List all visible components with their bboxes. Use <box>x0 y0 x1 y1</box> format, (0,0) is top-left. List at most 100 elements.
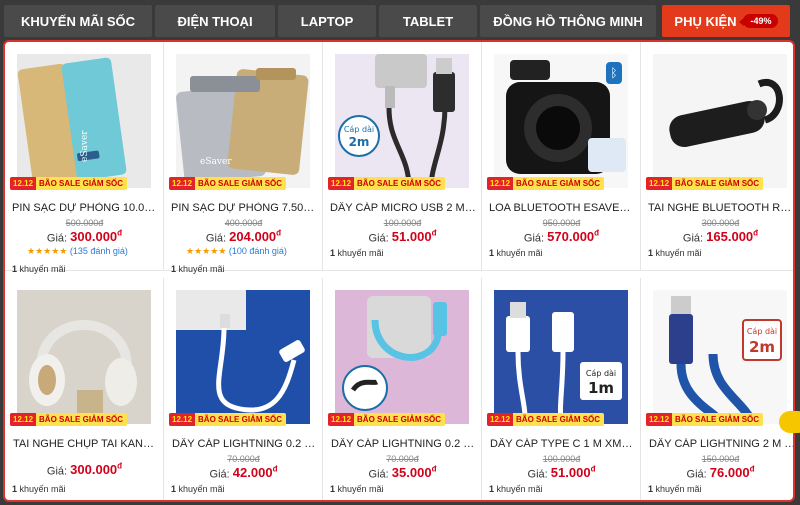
sale-badge-text: BÃO SALE GIẢM SỐC <box>516 179 601 188</box>
product-price: Giá: 35.000đ <box>323 465 482 480</box>
sale-badge: 12.12 BÃO SALE GIẢM SỐC <box>10 177 128 190</box>
product-price: Giá: 300.000đ <box>5 462 164 477</box>
tab-phu-kien[interactable]: PHỤ KIỆN -49% <box>662 5 790 37</box>
old-price: 950.000đ <box>542 218 581 228</box>
discount-badge: -49% <box>738 14 778 28</box>
old-price: 500.000đ <box>65 218 104 228</box>
product-card[interactable]: Cáp dài 1m 12.12 BÃO SALE GIẢM SỐC DÂY CÁ… <box>482 278 641 500</box>
product-image[interactable] <box>653 54 787 188</box>
product-card[interactable]: eSaver 12.12 BÃO SALE GIẢM SỐC PIN SẠC D… <box>5 42 164 274</box>
sale-badge-date: 12.12 <box>487 177 514 190</box>
star-icons: ★★★★★ <box>27 246 68 256</box>
sale-badge-date: 12.12 <box>10 177 37 190</box>
sale-badge-text: BÃO SALE GIẢM SỐC <box>39 415 124 424</box>
product-name[interactable]: DÂY CÁP LIGHTNING 0.2 M ... <box>331 438 479 450</box>
product-name[interactable]: PIN SẠC DỰ PHÒNG 10.000... <box>12 202 160 214</box>
tab-label: LAPTOP <box>300 13 354 29</box>
tab-dong-ho-thong-minh[interactable]: ĐỒNG HỒ THÔNG MINH <box>480 5 656 37</box>
svg-text:ᛒ: ᛒ <box>610 66 617 80</box>
tab-label: ĐIỆN THOẠI <box>177 13 253 29</box>
sale-badge-text: BÃO SALE GIẢM SỐC <box>39 179 124 188</box>
sale-badge-text: BÃO SALE GIẢM SỐC <box>675 415 760 424</box>
sale-badge: 12.12 BÃO SALE GIẢM SỐC <box>487 177 605 190</box>
review-count[interactable]: (100 đánh giá) <box>229 246 287 256</box>
product-image[interactable]: ᛒ <box>494 54 628 188</box>
product-name[interactable]: TAI NGHE BLUETOOTH RO... <box>648 202 793 214</box>
chat-icon[interactable] <box>779 411 800 433</box>
price-value: 76.000đ <box>709 465 755 481</box>
product-name[interactable]: TAI NGHE CHỤP TAI KANEN... <box>13 438 161 450</box>
price-value: 300.000đ <box>70 462 123 478</box>
rating: ★★★★★ (135 đánh giá) <box>27 246 128 257</box>
tab-label: ĐỒNG HỒ THÔNG MINH <box>493 13 643 29</box>
category-tabs: KHUYẾN MÃI SỐC ĐIỆN THOẠI LAPTOP TABLET … <box>0 0 800 40</box>
product-card[interactable]: Cáp dài 2m 12.12 BÃO SALE GIẢM SỐC DÂY CÁ… <box>641 278 793 500</box>
review-count[interactable]: (135 đánh giá) <box>70 246 128 256</box>
price-label: Giá: <box>368 468 389 481</box>
star-icons: ★★★★★ <box>186 246 227 256</box>
product-card[interactable]: 12.12 BÃO SALE GIẢM SỐC DÂY CÁP LIGHTNIN… <box>164 278 323 500</box>
product-price: Giá: 51.000đ <box>323 229 482 244</box>
product-name[interactable]: DÂY CÁP LIGHTNING 2 M E... <box>649 438 793 450</box>
sale-badge-date: 12.12 <box>328 177 355 190</box>
product-name[interactable]: DÂY CÁP TYPE C 1 M XMO... <box>490 438 638 450</box>
product-image[interactable] <box>176 290 310 424</box>
old-price: 300.000đ <box>701 218 740 228</box>
price-label: Giá: <box>209 468 230 481</box>
tab-dien-thoai[interactable]: ĐIỆN THOẠI <box>155 5 275 37</box>
price-label: Giá: <box>46 465 68 478</box>
price-label: Giá: <box>686 468 707 481</box>
product-price: Giá: 76.000đ <box>641 465 793 481</box>
product-image[interactable]: Cáp dài 2m <box>653 290 787 424</box>
price-value: 51.000đ <box>550 465 596 481</box>
sale-badge-date: 12.12 <box>10 413 37 426</box>
product-card[interactable]: eSaver 12.12 BÃO SALE GIẢM SỐC PIN SẠC D… <box>164 42 323 274</box>
promo-count: 1 khuyến mãi <box>489 248 543 258</box>
product-panel: eSaver 12.12 BÃO SALE GIẢM SỐC PIN SẠC D… <box>3 40 795 502</box>
product-card[interactable]: 12.12 BÃO SALE GIẢM SỐC TAI NGHE CHỤP TA… <box>5 278 164 500</box>
sale-badge-text: BÃO SALE GIẢM SỐC <box>516 415 601 424</box>
product-price: Giá: 204.000đ <box>164 229 323 244</box>
sale-badge-text: BÃO SALE GIẢM SỐC <box>198 179 283 188</box>
sale-badge-date: 12.12 <box>646 177 673 190</box>
product-price: Giá: 51.000đ <box>482 465 641 480</box>
product-image[interactable]: eSaver <box>17 54 151 188</box>
sale-badge-date: 12.12 <box>646 413 673 426</box>
product-image[interactable]: Cáp dài 2m <box>335 54 469 188</box>
product-card[interactable]: ᛒ 12.12 BÃO SALE GIẢM SỐC LOA BLUETOOTH … <box>482 42 641 271</box>
sale-badge-text: BÃO SALE GIẢM SỐC <box>675 179 760 188</box>
price-label: Giá: <box>368 232 389 245</box>
product-name[interactable]: DÂY CÁP MICRO USB 2 M X... <box>330 202 478 214</box>
old-price: 70.000đ <box>386 454 419 464</box>
sale-badge: 12.12 BÃO SALE GIẢM SỐC <box>169 177 287 190</box>
svg-text:eSaver: eSaver <box>200 157 232 167</box>
sale-badge-date: 12.12 <box>169 177 196 190</box>
tab-label: KHUYẾN MÃI SỐC <box>20 13 136 29</box>
product-price: Giá: 165.000đ <box>641 229 793 244</box>
promo-count: 1 khuyến mãi <box>330 248 384 258</box>
sale-badge: 12.12 BÃO SALE GIẢM SỐC <box>10 413 128 426</box>
tab-laptop[interactable]: LAPTOP <box>278 5 376 37</box>
product-image[interactable] <box>17 290 151 424</box>
promo-count: 1 khuyến mãi <box>171 484 225 494</box>
product-card[interactable]: Cáp dài 2m 12.12 BÃO SALE GIẢM SỐC DÂY CÁ… <box>323 42 482 271</box>
product-name[interactable]: DÂY CÁP LIGHTNING 0.2 M ... <box>172 438 320 450</box>
tab-tablet[interactable]: TABLET <box>379 5 477 37</box>
svg-text:2m: 2m <box>749 338 775 356</box>
rating: ★★★★★ (100 đánh giá) <box>186 246 287 257</box>
sale-badge-date: 12.12 <box>328 413 355 426</box>
product-image[interactable]: Cáp dài 1m <box>494 290 628 424</box>
product-name[interactable]: LOA BLUETOOTH ESAVER ... <box>489 202 637 214</box>
sale-badge: 12.12 BÃO SALE GIẢM SỐC <box>487 413 605 426</box>
promo-count: 1 khuyến mãi <box>648 484 702 494</box>
product-name[interactable]: PIN SẠC DỰ PHÒNG 7.500 ... <box>171 202 319 214</box>
svg-text:2m: 2m <box>349 135 370 149</box>
price-value: 42.000đ <box>232 465 278 481</box>
tab-khuyen-mai-soc[interactable]: KHUYẾN MÃI SỐC <box>4 5 152 37</box>
product-card[interactable]: 12.12 BÃO SALE GIẢM SỐC DÂY CÁP LIGHTNIN… <box>323 278 482 500</box>
promo-count: 1 khuyến mãi <box>489 484 543 494</box>
product-price: Giá: 300.000đ <box>5 229 164 244</box>
product-card[interactable]: 12.12 BÃO SALE GIẢM SỐC TAI NGHE BLUETOO… <box>641 42 793 271</box>
product-image[interactable]: eSaver <box>176 54 310 188</box>
product-image[interactable] <box>335 290 469 424</box>
